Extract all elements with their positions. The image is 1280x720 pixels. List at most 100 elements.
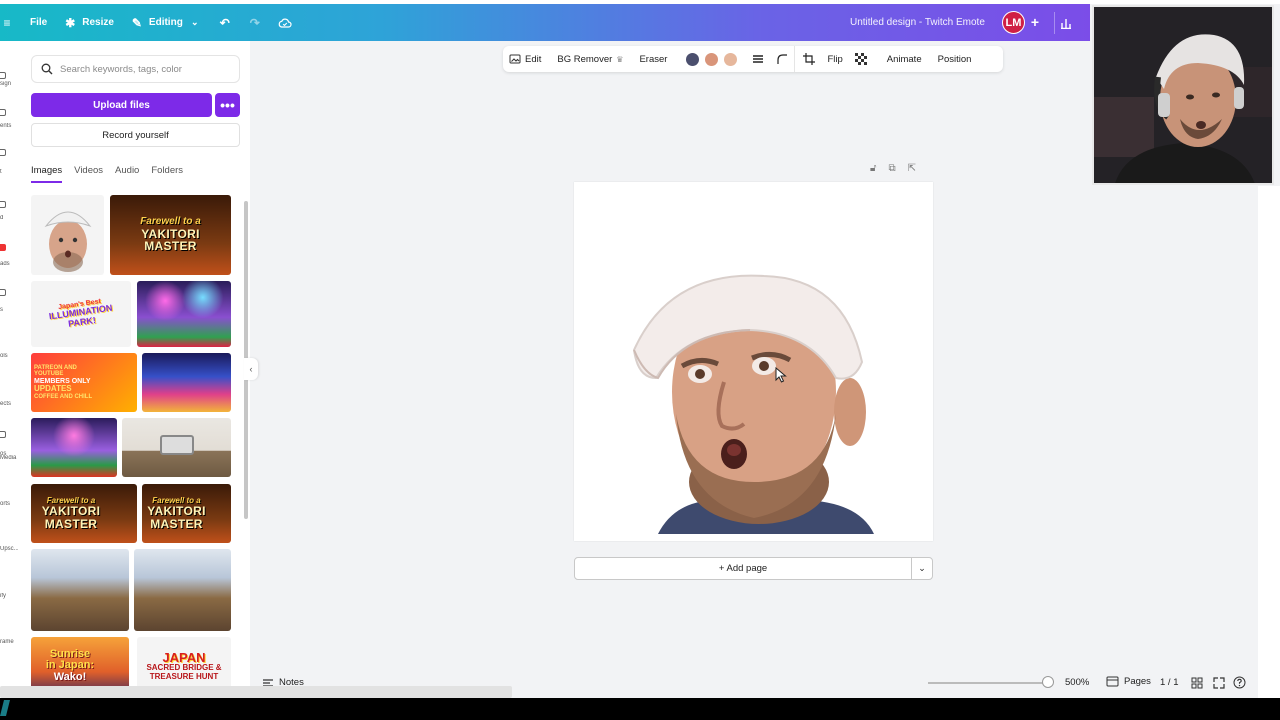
flip-button[interactable]: Flip (821, 46, 848, 72)
color-swatch[interactable] (686, 52, 700, 66)
animate-button[interactable]: Animate (873, 46, 928, 72)
rail-icon[interactable] (0, 201, 6, 208)
rail-icon[interactable] (0, 289, 6, 296)
image-thumbnail[interactable] (31, 549, 129, 631)
thumb-text-line: TREASURE HUNT (149, 671, 219, 681)
rail-label[interactable]: ects (0, 401, 18, 407)
thumb-text-line: MASTER (150, 516, 203, 531)
tab-images[interactable]: Images (31, 165, 63, 183)
horizontal-scrollbar[interactable] (0, 686, 512, 698)
thumb-text: Sunrise in Japan: Wako! (46, 648, 94, 684)
pages-button[interactable]: Pages (1106, 676, 1151, 687)
avatar[interactable]: LM (1002, 11, 1025, 34)
insights-button[interactable] (1054, 12, 1076, 34)
add-collaborator-button[interactable]: + (1028, 12, 1042, 32)
rail-label[interactable]: ify (0, 593, 18, 599)
upload-more-button[interactable]: ••• (215, 93, 240, 117)
grid-view-button[interactable] (1190, 676, 1203, 689)
rail-label[interactable]: Media (0, 455, 18, 461)
design-title[interactable]: Untitled design - Twitch Emote (850, 4, 985, 41)
rail-label[interactable]: s (0, 307, 18, 313)
rail-icon[interactable] (0, 109, 6, 116)
rail-label[interactable]: sign (0, 81, 18, 87)
duplicate-page-icon[interactable]: ⧉ (888, 163, 895, 174)
zoom-level[interactable]: 500% (1065, 677, 1089, 688)
upload-files-button[interactable]: Upload files (31, 93, 212, 117)
image-thumbnail[interactable] (31, 195, 104, 275)
image-thumbnail[interactable] (134, 549, 231, 631)
chevron-left-icon: ‹ (249, 364, 253, 374)
image-grid: Farewell to a YAKITORI MASTER Japan's Be… (31, 195, 233, 695)
plus-icon: + (1030, 14, 1040, 30)
file-menu[interactable]: File (22, 4, 55, 41)
resize-button[interactable]: ✱ Resize (55, 4, 122, 41)
image-thumbnail[interactable]: Farewell to a YAKITORI MASTER (110, 195, 231, 275)
search-box[interactable] (31, 55, 240, 83)
image-thumbnail[interactable] (142, 353, 231, 412)
color-swatch[interactable] (705, 52, 719, 66)
zoom-slider-handle[interactable] (1042, 676, 1054, 688)
zoom-slider-track[interactable] (928, 682, 1048, 684)
rail-label[interactable]: rame (0, 639, 18, 645)
fullscreen-button[interactable] (1212, 676, 1225, 689)
design-page[interactable] (574, 182, 933, 541)
panel-scrollbar-track[interactable] (244, 197, 249, 697)
corner-rounding-button[interactable] (770, 46, 794, 72)
rail-label[interactable]: t (0, 169, 18, 175)
menu-icon[interactable]: ≡ (0, 4, 22, 41)
face-cutout-image[interactable] (574, 182, 933, 541)
position-button[interactable]: Position (928, 46, 978, 72)
thumb-text-line: UPDATES (34, 384, 72, 394)
collapse-panel-button[interactable]: ‹ (244, 358, 258, 380)
mouse-cursor-icon (775, 367, 787, 383)
border-style-button[interactable] (746, 46, 770, 72)
undo-button[interactable]: ↶ (210, 4, 240, 41)
add-page-button[interactable]: + Add page ⌄ (574, 557, 933, 580)
edit-image-button[interactable]: Edit (503, 46, 547, 72)
rail-icon[interactable] (0, 149, 6, 156)
grid-icon (1191, 677, 1202, 688)
tab-videos[interactable]: Videos (74, 165, 103, 183)
image-thumbnail[interactable]: PATREON AND YOUTUBE MEMBERS ONLY UPDATES… (31, 353, 137, 412)
image-thumbnail[interactable] (122, 418, 231, 477)
rail-icon[interactable] (0, 431, 6, 438)
crop-button[interactable] (794, 46, 821, 72)
search-input[interactable] (60, 63, 230, 75)
redo-button[interactable]: ↷ (240, 4, 270, 41)
rail-icon[interactable] (0, 72, 6, 79)
edit-label: Edit (525, 53, 542, 65)
color-swatch[interactable] (724, 52, 738, 66)
tab-folders[interactable]: Folders (151, 165, 183, 183)
image-thumbnail[interactable]: Japan's Best ILLUMINATION PARK! (31, 281, 131, 347)
record-yourself-button[interactable]: Record yourself (31, 123, 240, 147)
add-page-label: + Add page (718, 563, 768, 574)
image-thumbnail[interactable]: Farewell to a YAKITORI MASTER (31, 484, 137, 543)
rail-label[interactable]: d (0, 215, 18, 221)
animate-label: Animate (886, 53, 922, 65)
tab-audio[interactable]: Audio (115, 165, 139, 183)
file-label: File (30, 17, 48, 28)
rail-label[interactable]: Upsc... (0, 546, 18, 552)
thumb-text-line: COFFEE AND CHILL (34, 393, 93, 400)
share-page-icon[interactable]: ⇱ (908, 163, 916, 174)
image-thumbnail[interactable] (137, 281, 231, 347)
webcam-person-image (1094, 7, 1272, 183)
help-button[interactable] (1233, 676, 1246, 689)
editing-mode-button[interactable]: ✎ Editing ⌄ (122, 4, 210, 41)
lock-icon[interactable]: 🔓︎ (870, 163, 876, 174)
rail-label[interactable]: ols (0, 353, 18, 359)
rail-label[interactable]: orts (0, 501, 18, 507)
image-thumbnail[interactable] (31, 418, 117, 477)
rail-icon[interactable] (0, 244, 6, 251)
rail-label[interactable]: ads (0, 261, 18, 267)
thumb-text: JAPAN SACRED BRIDGE & TREASURE HUNT (146, 651, 221, 681)
chevron-down-icon[interactable]: ⌄ (911, 558, 932, 579)
bg-remover-button[interactable]: BG Remover ♛ (547, 46, 629, 72)
top-bar: ≡ File ✱ Resize ✎ Editing ⌄ ↶ ↷ Untitled… (0, 4, 1090, 41)
image-thumbnail[interactable]: Farewell to a YAKITORI MASTER (142, 484, 231, 543)
rail-label[interactable]: ents (0, 123, 18, 129)
eraser-button[interactable]: Eraser (629, 46, 673, 72)
cloud-save-button[interactable] (270, 4, 300, 41)
transparency-button[interactable] (849, 46, 873, 72)
thumb-text: Farewell to a YAKITORI MASTER (42, 496, 100, 531)
